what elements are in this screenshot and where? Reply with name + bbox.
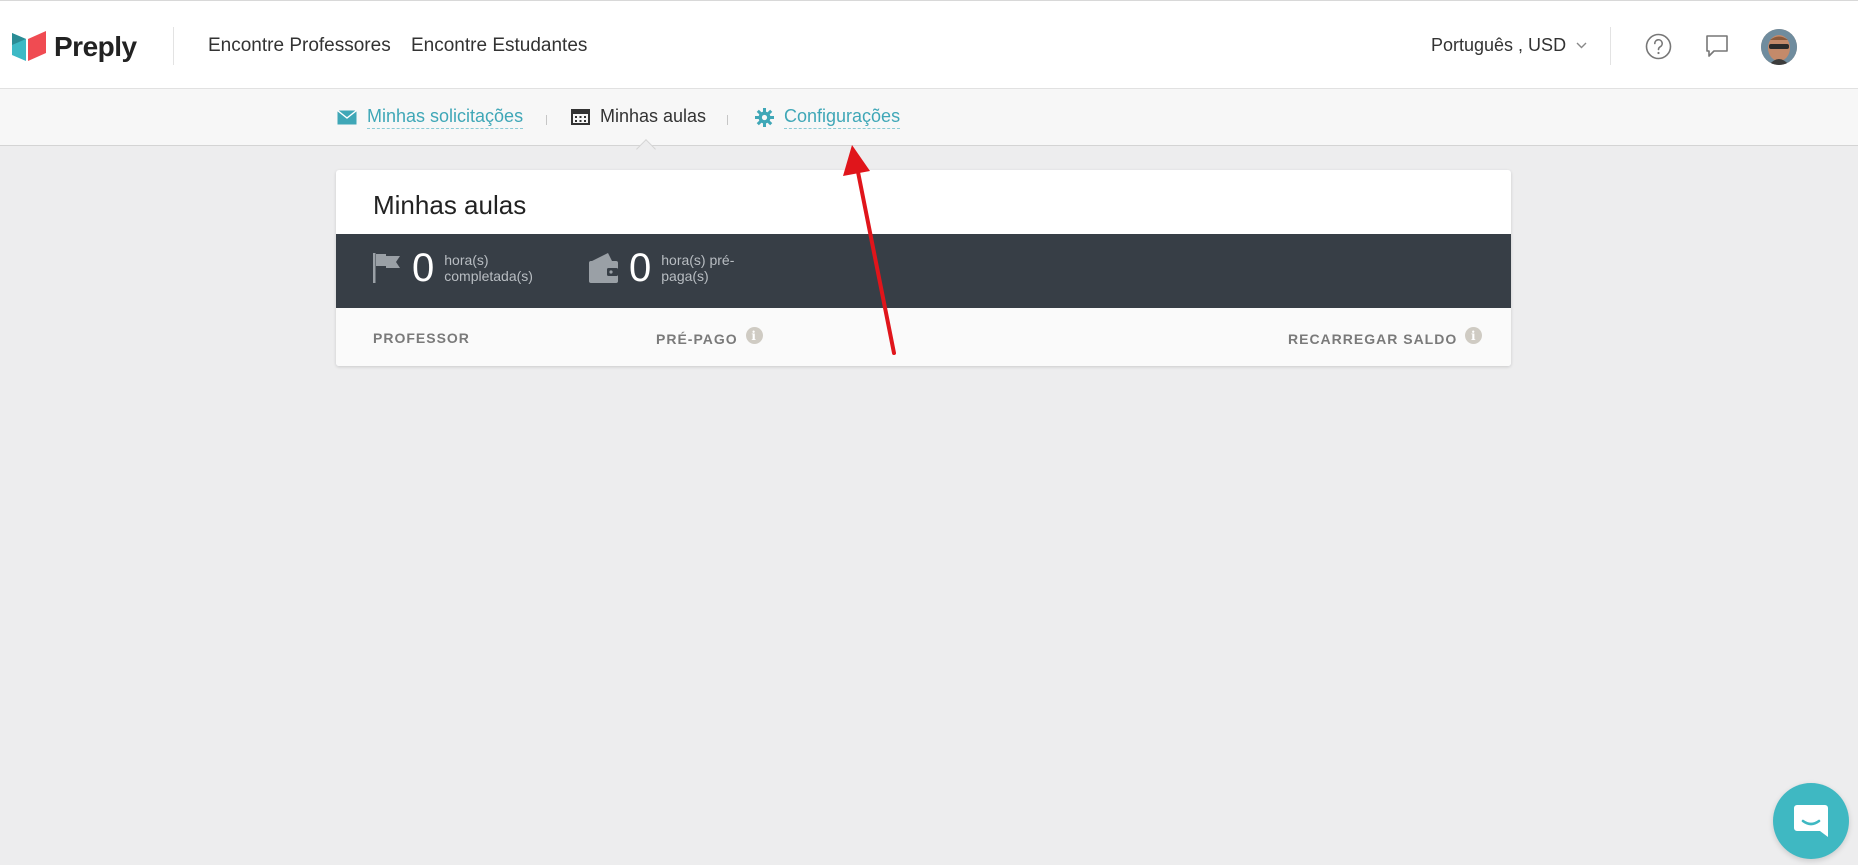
nav-find-students[interactable]: Encontre Estudantes [411, 35, 587, 57]
chat-bubble-icon [1794, 805, 1828, 837]
subnav-my-requests-label: Minhas solicitações [367, 106, 524, 129]
messages-button[interactable] [1702, 31, 1732, 61]
logo-text: Preply [54, 31, 137, 62]
my-lessons-card: Minhas aulas 0 hora(s) completada(s) 0 h… [336, 170, 1511, 366]
help-button[interactable] [1643, 31, 1673, 61]
chat-icon [1706, 35, 1728, 57]
subnav-my-lessons-label: Minhas aulas [600, 106, 707, 126]
info-icon[interactable]: i [1465, 327, 1483, 344]
subnav-settings[interactable]: Configurações [755, 106, 901, 129]
column-top-up-balance-label: RECARREGAR SALDO [1288, 330, 1458, 347]
completed-hours-value: 0 [412, 246, 435, 290]
chevron-down-icon [1576, 42, 1587, 49]
stat-prepaid-hours: 0 hora(s) pré-paga(s) [588, 248, 766, 288]
nav-find-teachers[interactable]: Encontre Professores [208, 35, 391, 57]
column-prepaid: PRÉ-PAGO i [656, 327, 763, 347]
subnav-my-lessons[interactable]: Minhas aulas [571, 106, 706, 127]
top-navbar: Preply Encontre Professores Encontre Est… [0, 0, 1858, 89]
support-chat-button[interactable] [1773, 783, 1849, 859]
avatar-image [1761, 29, 1797, 65]
prepaid-hours-value: 0 [629, 246, 652, 290]
language-currency-selector[interactable]: Português , USD [1431, 35, 1587, 56]
preply-logo-icon [12, 31, 46, 61]
stat-completed-hours: 0 hora(s) completada(s) [372, 248, 549, 288]
column-professor-label: PROFESSOR [373, 330, 470, 346]
prepaid-hours-label: hora(s) pré-paga(s) [661, 252, 735, 284]
help-icon [1645, 33, 1671, 59]
user-avatar[interactable] [1761, 29, 1797, 65]
envelope-icon [337, 110, 357, 125]
subnav-settings-label: Configurações [784, 106, 901, 129]
divider [727, 115, 728, 125]
flag-icon [373, 253, 400, 283]
completed-hours-label: hora(s) completada(s) [444, 252, 533, 284]
divider [1610, 27, 1611, 65]
wallet-icon [589, 253, 618, 283]
column-prepaid-label: PRÉ-PAGO [656, 330, 738, 347]
column-professor: PROFESSOR [373, 330, 470, 346]
subnav-my-requests[interactable]: Minhas solicitações [337, 106, 524, 129]
divider [173, 27, 174, 65]
language-currency-label: Português , USD [1431, 35, 1567, 55]
gear-icon [755, 108, 774, 127]
sub-navigation: Minhas solicitações Minhas aulas Configu… [0, 89, 1858, 146]
card-title: Minhas aulas [373, 190, 527, 220]
stats-bar: 0 hora(s) completada(s) 0 hora(s) pré-pa… [336, 234, 1511, 308]
calendar-icon [571, 109, 590, 125]
column-top-up-balance: RECARREGAR SALDO i [1288, 327, 1483, 347]
divider [546, 115, 547, 125]
preply-logo[interactable]: Preply [12, 31, 137, 63]
table-header: PROFESSOR PRÉ-PAGO i RECARREGAR SALDO i [336, 308, 1511, 366]
active-tab-caret [636, 138, 656, 150]
info-icon[interactable]: i [745, 327, 763, 344]
